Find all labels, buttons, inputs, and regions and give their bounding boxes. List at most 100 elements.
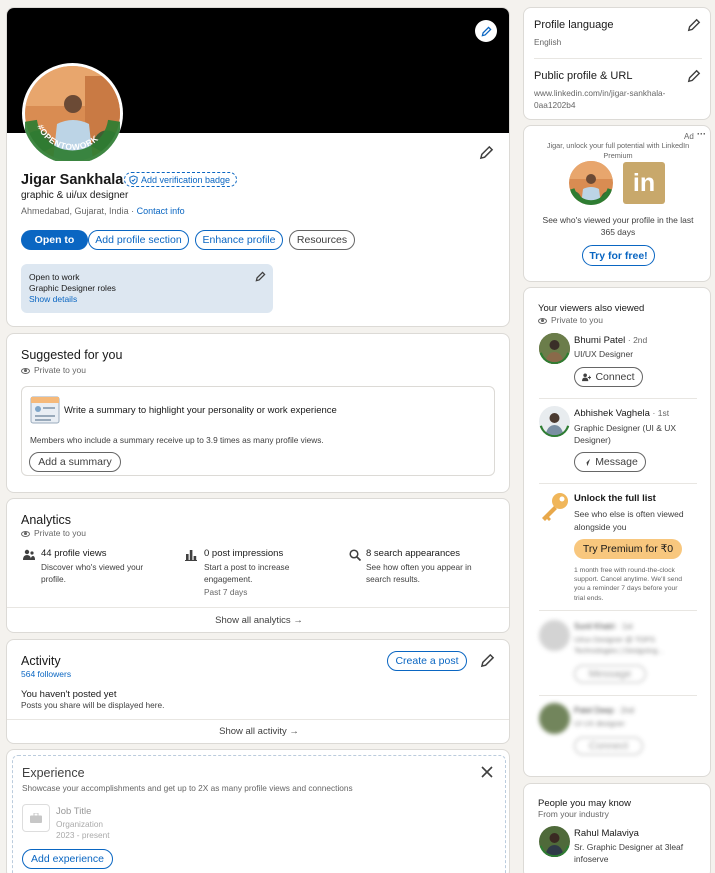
search-appearances-count: 8 search appearances [366,548,461,559]
eye-icon [21,530,30,537]
show-details-link[interactable]: Show details [29,294,77,304]
followers-link[interactable]: 564 followers [21,669,71,679]
pencil-icon [481,25,492,36]
avatar[interactable] [539,333,570,364]
edit-intro-button[interactable] [479,145,494,163]
ad-tagline-line: Premium [603,151,633,160]
add-profile-section-button[interactable]: Add profile section [88,230,189,250]
people-you-may-know-card: People you may know From your industry R… [523,783,711,873]
public-profile-url-line: 0aa1202b4 [534,100,576,110]
public-profile-title: Public profile & URL [534,70,633,82]
post-impressions-period: Past 7 days [204,587,248,597]
contact-info-link[interactable]: Contact info [137,206,185,216]
add-summary-button[interactable]: Add a summary [29,452,121,472]
add-person-icon [582,372,592,381]
activity-card: Activity 564 followers Create a post You… [6,639,510,744]
pymk-name[interactable]: Rahul Malaviya [574,828,639,839]
verification-badge-button[interactable]: Add verification badge [124,172,238,187]
viewer-name: Sunil Khatri [574,622,615,631]
shield-check-icon [129,174,138,185]
connection-degree: · 1st [652,408,670,418]
separator: · [131,206,135,216]
pencil-icon[interactable] [687,69,701,83]
create-post-button[interactable]: Create a post [387,651,467,671]
divider [7,719,509,720]
avatar [539,620,570,651]
ad-user-avatar [569,161,613,205]
viewers-title: Your viewers also viewed [538,303,645,314]
viewer-headline: UI UX designer [574,719,625,728]
resources-button[interactable]: Resources [289,230,355,250]
profile-name: Jigar Sankhala [21,172,124,188]
open-to-button[interactable]: Open to [21,230,88,250]
pymk-headline-line: infoserve [574,854,609,864]
viewer-name-row: Patel Deep · 2nd [574,706,634,715]
enhance-profile-button[interactable]: Enhance profile [195,230,283,250]
company-logo-placeholder [22,804,50,832]
send-icon [583,458,591,466]
try-for-free-button[interactable]: Try for free! [582,245,655,266]
fine-print-line: support. Cancel anytime. We'll send [574,576,683,584]
divider [539,483,697,484]
avatar[interactable] [539,406,570,437]
avatar[interactable] [539,826,570,857]
close-icon[interactable] [481,766,493,778]
connection-degree: · 2nd [615,706,635,715]
open-to-work-title: Open to work [29,272,80,282]
open-to-work-box[interactable]: Open to work Graphic Designer roles Show… [21,264,273,313]
summary-document-icon [30,396,60,424]
unlock-desc-line: See who else is often viewed [574,509,684,519]
experience-desc: Showcase your accomplishments and get up… [22,783,353,793]
pymk-headline-line: Sr. Graphic Designer at 3leaf [574,842,684,852]
connection-degree: · 1st [617,622,633,631]
public-profile-url[interactable]: www.linkedin.com/in/jigar-sankhala- 0aa1… [534,87,665,111]
profile-location-row: Ahmedabad, Gujarat, India · Contact info [21,206,185,216]
pencil-icon[interactable] [255,271,266,282]
profile-views-desc: Discover who's viewed your profile. [41,562,144,584]
avatar [539,703,570,734]
connect-button[interactable]: Connect [574,367,643,387]
pencil-icon[interactable] [687,18,701,32]
viewer-name-row[interactable]: Abhishek Vaghela · 1st [574,408,669,419]
try-premium-button[interactable]: Try Premium for ₹0 [574,539,682,559]
ad-body-line: See who's viewed your profile in the las… [542,215,694,225]
profile-language-title: Profile language [534,19,614,31]
organization-placeholder: Organization [56,819,104,829]
edit-banner-button[interactable] [475,20,497,42]
profile-views-count: 44 profile views [41,548,107,559]
message-button-label: Message [588,668,632,680]
ad-tagline-line: Jigar, unlock your full potential with L… [546,141,690,150]
no-posts-desc: Posts you share will be displayed here. [21,700,165,710]
premium-ad-card: Ad ··· Jigar, unlock your full potential… [523,125,711,282]
pencil-icon[interactable] [480,653,495,668]
dates-placeholder: 2023 - present [56,830,110,840]
divider [534,58,702,59]
briefcase-icon [30,813,42,823]
key-icon [542,493,568,521]
unlock-title: Unlock the full list [574,493,656,504]
viewer-headline-line: Ui/ux Designer @ TOPS [574,635,656,644]
fine-print-line: trial ends. [574,594,604,602]
public-profile-url-line: www.linkedin.com/in/jigar-sankhala- [534,88,666,98]
show-all-activity-link[interactable]: Show all activity → [7,726,509,737]
message-button[interactable]: Message [574,452,646,472]
message-button: Message [574,665,646,683]
viewer-name: Abhishek Vaghela [574,408,650,419]
fine-print-line: 1 month free with round-the-clock [574,567,675,574]
viewer-name-row[interactable]: Bhumi Patel · 2nd [574,335,647,346]
ad-more-button[interactable]: ··· [697,129,706,139]
pymk-subtitle: From your industry [538,809,609,819]
viewer-headline-line: Technologies | Designing... [574,646,664,655]
add-experience-button[interactable]: Add experience [22,849,113,869]
message-button-label: Message [595,456,638,468]
summary-suggestion: Write a summary to highlight your person… [21,386,495,476]
profile-settings-card: Profile language English Public profile … [523,7,711,120]
linkedin-premium-logo: in [623,162,665,204]
show-all-analytics-link[interactable]: Show all analytics → [7,615,509,626]
viewer-headline-line: Designer) [574,435,611,445]
pymk-title: People you may know [538,798,631,809]
connect-button-label: Connect [595,371,635,383]
viewer-headline-line: Graphic Designer (UI & UX [574,423,677,433]
profile-headline: graphic & ui/ux designer [21,190,129,201]
ad-tagline: Jigar, unlock your full potential with L… [524,141,710,161]
